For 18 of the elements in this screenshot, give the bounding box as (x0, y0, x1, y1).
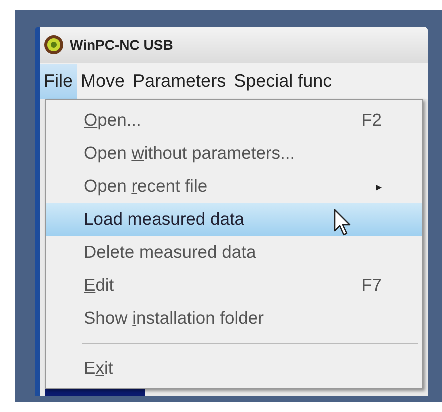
shortcut-label: F2 (362, 109, 382, 132)
shortcut-label: F7 (362, 274, 382, 298)
window-title: WinPC-NC USB (70, 36, 174, 54)
app-icon (44, 35, 64, 55)
menu-option[interactable]: Load measured data (46, 203, 422, 236)
menu-item[interactable]: Move (77, 64, 130, 98)
menu-option[interactable]: Delete measured data (46, 236, 422, 269)
submenu-arrow: ▸ (376, 178, 382, 196)
menu-option[interactable]: Show installation folder (46, 302, 422, 335)
menu-option[interactable]: Open without parameters... (46, 137, 422, 170)
menu-option[interactable]: Exit (46, 352, 422, 385)
menu-item[interactable]: File (40, 64, 78, 98)
menu-option[interactable]: Edit F7 (46, 269, 422, 302)
menu-option[interactable]: Open recent file ▸ (46, 170, 422, 203)
mouse-pointer-icon (334, 209, 352, 237)
menu-item[interactable]: Parameters (129, 64, 230, 98)
menu-option[interactable]: Open... F2 (46, 104, 422, 137)
menu-item[interactable]: Special func (230, 64, 336, 98)
